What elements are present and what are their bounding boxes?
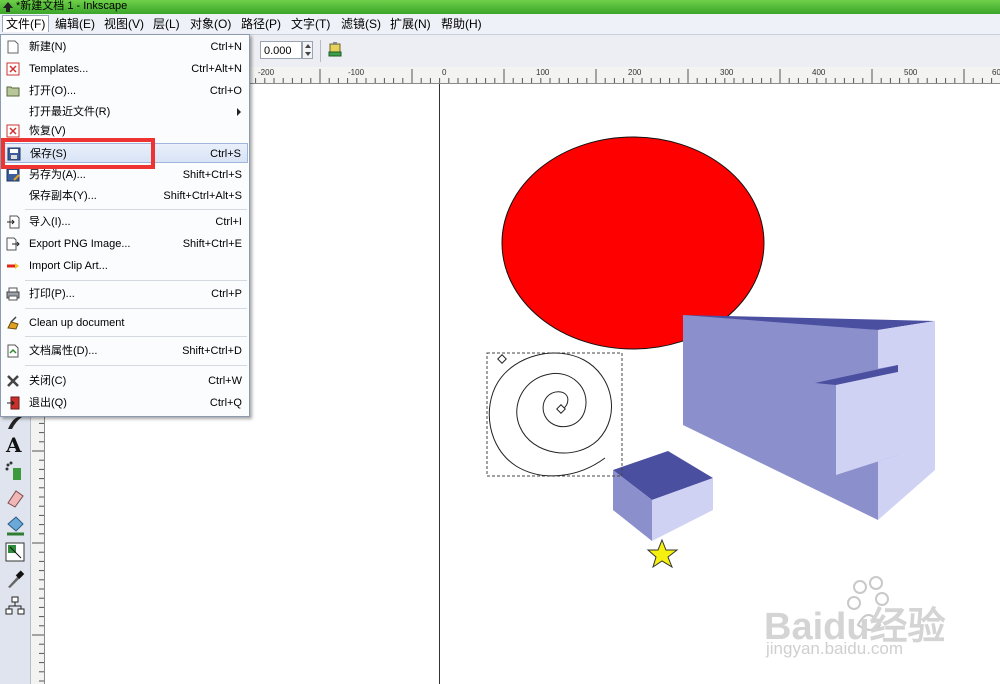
menu-item-label: 新建(N) [29,41,67,53]
print-icon [6,287,20,301]
file-menu-dropdown: 新建(N) Ctrl+N Templates... Ctrl+Alt+N 打开(… [0,34,250,417]
cleanup-icon [7,316,19,330]
menu-item-label: 另存为(A)... [29,169,86,181]
menu-item-label: 导入(I)... [29,216,71,228]
menu-item-label: 打开(O)... [29,85,77,97]
menu-item-label: 保存副本(Y)... [29,190,97,202]
menu-separator [25,280,247,281]
menu-item-label: 打印(P)... [29,288,75,300]
menu-item-quit[interactable]: 退出(Q) Ctrl+Q [2,393,248,413]
menu-item-shortcut: Ctrl+Q [209,397,242,409]
menu-separator [25,308,247,309]
menu-item-shortcut: Ctrl+Alt+N [191,63,242,75]
menu-item-label: Export PNG Image... [29,238,131,250]
menu-item-shortcut: Ctrl+S [210,148,241,160]
menu-separator [25,209,247,210]
revert-icon [6,124,20,138]
spiral-handle[interactable] [556,404,566,414]
spiral-handle[interactable] [497,354,507,364]
clip-art-icon [7,263,19,269]
open-folder-icon [6,86,20,97]
baidu-watermark: Baidu经验 jingyan.baidu.com [760,575,990,665]
quit-icon [7,396,20,410]
menu-item-shortcut: Shift+Ctrl+E [182,238,242,250]
spiral-object[interactable] [486,352,623,477]
menu-item-shortcut: Shift+Ctrl+S [182,169,242,181]
menu-item-export-png[interactable]: Export PNG Image... Shift+Ctrl+E [2,234,248,254]
small-3d-box[interactable] [613,451,713,541]
menu-item-shortcut: Ctrl+O [209,85,242,97]
menu-item-open-recent[interactable]: 打开最近文件(R) [2,102,248,122]
menu-item-label: 关闭(C) [29,375,67,387]
watermark-url: jingyan.baidu.com [766,639,904,658]
menu-item-shortcut: Ctrl+W [208,375,242,387]
templates-icon [6,62,20,76]
close-icon [7,375,19,387]
save-as-icon [6,168,20,182]
selection-bbox [486,352,623,477]
import-icon [7,215,20,229]
menu-item-label: 退出(Q) [29,397,67,409]
menu-item-label: 文档属性(D)... [29,345,98,357]
submenu-arrow-icon [237,108,241,116]
new-document-icon [7,40,19,54]
menu-item-document-properties[interactable]: 文档属性(D)... Shift+Ctrl+D [2,341,248,361]
export-png-icon [6,237,20,251]
large-3d-box[interactable] [683,315,935,520]
yellow-star[interactable] [646,538,679,569]
menu-item-open[interactable]: 打开(O)... Ctrl+O [2,81,248,101]
menu-item-label: Templates... [29,63,89,75]
menu-item-templates[interactable]: Templates... Ctrl+Alt+N [2,59,248,79]
menu-item-clean-up[interactable]: Clean up document [2,313,248,333]
menu-separator [25,336,247,337]
menu-separator [25,365,247,366]
menu-item-print[interactable]: 打印(P)... Ctrl+P [2,284,248,304]
menu-item-label: 恢复(V) [29,125,66,137]
menu-item-new[interactable]: 新建(N) Ctrl+N [2,37,248,57]
menu-item-import[interactable]: 导入(I)... Ctrl+I [2,212,248,232]
menu-item-label: 打开最近文件(R) [29,106,111,118]
save-highlight-annotation [1,138,155,169]
menu-item-shortcut: Ctrl+I [215,216,242,228]
menu-item-close[interactable]: 关闭(C) Ctrl+W [2,371,248,391]
menu-item-shortcut: Shift+Ctrl+D [182,345,242,357]
menu-item-import-clip-art[interactable]: Import Clip Art... [2,256,248,276]
menu-item-label: Clean up document [29,317,125,329]
menu-item-shortcut: Ctrl+N [210,41,242,53]
menu-item-shortcut: Shift+Ctrl+Alt+S [163,190,242,202]
document-properties-icon [7,344,19,358]
menu-item-shortcut: Ctrl+P [211,288,242,300]
menu-item-save-copy[interactable]: 保存副本(Y)... Shift+Ctrl+Alt+S [2,186,248,206]
menu-item-label: Import Clip Art... [29,260,108,272]
